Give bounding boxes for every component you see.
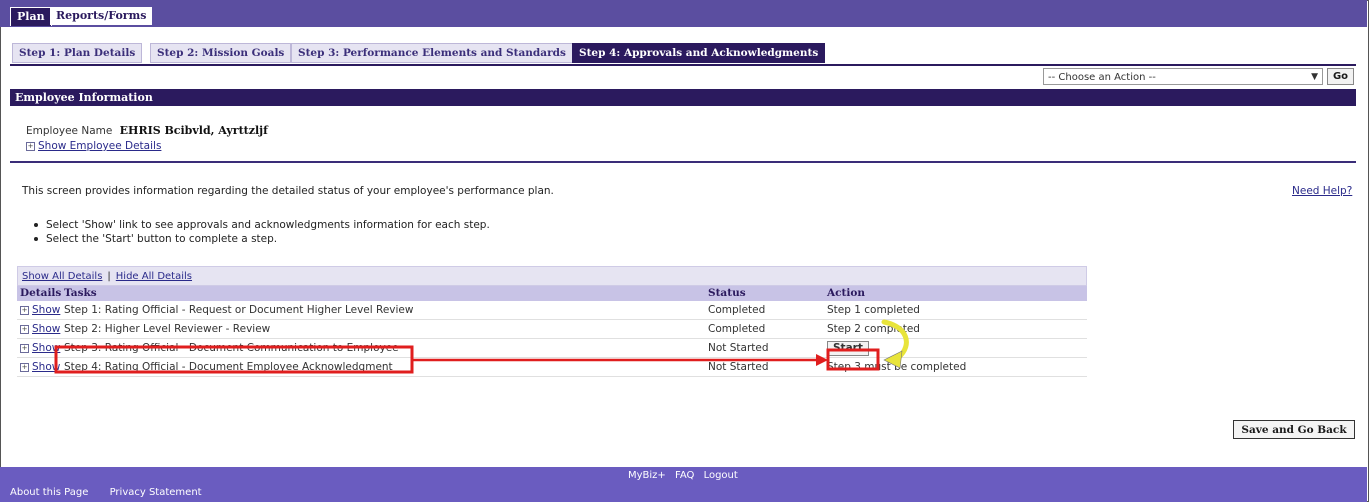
- footer-left-links: About this Page Privacy Statement: [10, 487, 220, 498]
- save-and-go-back-button[interactable]: Save and Go Back: [1233, 420, 1355, 439]
- yellow-arrow-icon: [883, 350, 903, 369]
- footer-center-links: MyBiz+ FAQ Logout: [628, 470, 744, 481]
- task-highlight-box: [54, 345, 414, 374]
- footer-link-faq[interactable]: FAQ: [675, 470, 694, 481]
- footer-link-privacy[interactable]: Privacy Statement: [110, 487, 202, 498]
- yellow-arrow-curve: [881, 319, 909, 361]
- footer: MyBiz+ FAQ Logout About this Page Privac…: [0, 467, 1367, 502]
- footer-link-about[interactable]: About this Page: [10, 487, 88, 498]
- red-arrow-icon: [816, 354, 828, 366]
- footer-link-logout[interactable]: Logout: [704, 470, 738, 481]
- annotation-overlay: [54, 319, 909, 374]
- footer-link-mybiz[interactable]: MyBiz+: [628, 470, 666, 481]
- start-highlight-box: [826, 348, 880, 371]
